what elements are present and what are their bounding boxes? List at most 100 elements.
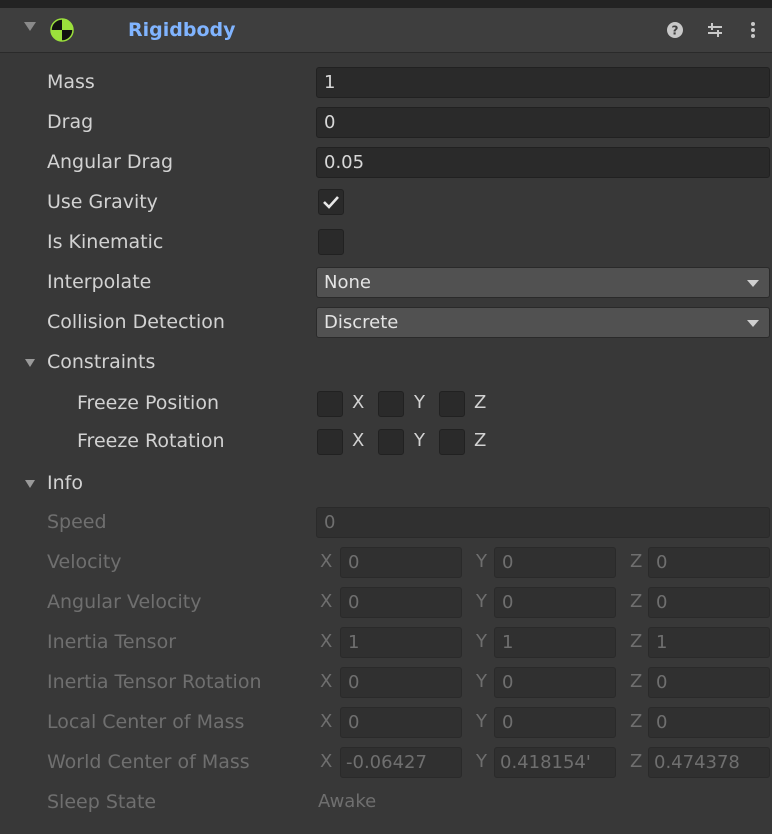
local-center-of-mass-y-field: 0 [494,707,616,738]
foldout-arrow-icon[interactable] [25,359,35,367]
use-gravity-label: Use Gravity [47,191,158,213]
axis-y-label: Y [476,631,487,652]
checkmark-icon [323,196,339,209]
inertia-tensor-z-field: 1 [648,627,770,658]
presets-icon[interactable] [704,18,726,42]
mass-label: Mass [47,71,95,93]
angular-drag-label: Angular Drag [47,151,174,173]
axis-x-label: X [320,551,333,572]
svg-text:?: ? [672,24,679,38]
freeze-position-z-checkbox[interactable] [439,391,465,417]
info-foldout[interactable]: Info [0,463,772,503]
more-options-icon[interactable] [742,18,764,42]
inertia-tensor-row: Inertia Tensor X 1 Y 1 Z 1 [0,622,772,662]
axis-x-label: X [320,671,333,692]
dropdown-arrow-icon [747,280,759,287]
drag-label: Drag [47,111,94,133]
interpolate-dropdown[interactable]: None [316,267,770,298]
axis-x-label: X [352,392,365,413]
sleep-state-row: Sleep State Awake [0,782,772,822]
freeze-rotation-y-checkbox[interactable] [378,429,404,455]
constraints-label: Constraints [47,351,156,373]
axis-z-label: Z [474,430,487,451]
collision-detection-value: Discrete [324,312,399,333]
drag-field[interactable]: 0 [316,107,770,138]
angular-drag-field[interactable]: 0.05 [316,147,770,178]
velocity-row: Velocity X 0 Y 0 Z 0 [0,542,772,582]
speed-label: Speed [47,511,107,533]
angular-velocity-row: Angular Velocity X 0 Y 0 Z 0 [0,582,772,622]
world-center-of-mass-label: World Center of Mass [47,751,250,773]
info-label: Info [47,472,83,494]
axis-z-label: Z [474,392,487,413]
velocity-y-field: 0 [494,547,616,578]
freeze-position-y-checkbox[interactable] [378,391,404,417]
axis-z-label: Z [630,591,643,612]
use-gravity-checkbox[interactable] [318,189,344,215]
inertia-tensor-rotation-label: Inertia Tensor Rotation [47,671,262,693]
world-center-of-mass-x-field: -0.06427 [340,747,462,778]
angular-velocity-x-field: 0 [340,587,462,618]
interpolate-label: Interpolate [47,271,152,293]
freeze-rotation-row: Freeze Rotation X Y Z [0,421,772,461]
velocity-label: Velocity [47,551,122,573]
freeze-position-label: Freeze Position [77,392,219,414]
angular-velocity-y-field: 0 [494,587,616,618]
inertia-tensor-rotation-x-field: 0 [340,667,462,698]
interpolate-row: Interpolate None [0,262,772,302]
speed-field: 0 [316,507,770,538]
axis-z-label: Z [630,751,643,772]
freeze-position-row: Freeze Position X Y Z [0,383,772,423]
sleep-state-label: Sleep State [47,791,157,813]
axis-y-label: Y [414,392,425,413]
axis-z-label: Z [630,711,643,732]
axis-y-label: Y [476,551,487,572]
is-kinematic-label: Is Kinematic [47,231,164,253]
world-center-of-mass-y-field: 0.418154' [494,747,616,778]
angular-drag-row: Angular Drag 0.05 [0,142,772,182]
is-kinematic-checkbox[interactable] [318,229,344,255]
use-gravity-row: Use Gravity [0,182,772,222]
velocity-z-field: 0 [648,547,770,578]
is-kinematic-row: Is Kinematic [0,222,772,262]
collision-detection-row: Collision Detection Discrete [0,302,772,342]
mass-row: Mass 1 [0,62,772,102]
axis-y-label: Y [414,430,425,451]
foldout-arrow-icon[interactable] [24,22,36,31]
axis-z-label: Z [630,631,643,652]
speed-row: Speed 0 [0,502,772,542]
axis-z-label: Z [630,551,643,572]
axis-y-label: Y [476,711,487,732]
component-header[interactable]: Rigidbody ? [0,8,772,53]
world-center-of-mass-row: World Center of Mass X -0.06427 Y 0.4181… [0,742,772,782]
local-center-of-mass-label: Local Center of Mass [47,711,245,733]
world-center-of-mass-z-field: 0.474378 [648,747,770,778]
mass-field[interactable]: 1 [316,67,770,98]
foldout-arrow-icon[interactable] [25,480,35,488]
freeze-rotation-x-checkbox[interactable] [317,429,343,455]
angular-velocity-label: Angular Velocity [47,591,202,613]
local-center-of-mass-x-field: 0 [340,707,462,738]
rigidbody-icon [50,18,74,42]
help-icon[interactable]: ? [664,18,686,42]
axis-y-label: Y [476,591,487,612]
collision-detection-dropdown[interactable]: Discrete [316,307,770,338]
velocity-x-field: 0 [340,547,462,578]
freeze-rotation-label: Freeze Rotation [77,430,225,452]
inertia-tensor-rotation-row: Inertia Tensor Rotation X 0 Y 0 Z 0 [0,662,772,702]
constraints-foldout[interactable]: Constraints [0,342,772,382]
freeze-rotation-z-checkbox[interactable] [439,429,465,455]
inertia-tensor-x-field: 1 [340,627,462,658]
axis-x-label: X [352,430,365,451]
inertia-tensor-rotation-y-field: 0 [494,667,616,698]
inertia-tensor-y-field: 1 [494,627,616,658]
axis-x-label: X [320,631,333,652]
sleep-state-value: Awake [318,791,377,812]
axis-x-label: X [320,711,333,732]
inertia-tensor-rotation-z-field: 0 [648,667,770,698]
axis-y-label: Y [476,751,487,772]
axis-y-label: Y [476,671,487,692]
axis-z-label: Z [630,671,643,692]
local-center-of-mass-z-field: 0 [648,707,770,738]
freeze-position-x-checkbox[interactable] [317,391,343,417]
